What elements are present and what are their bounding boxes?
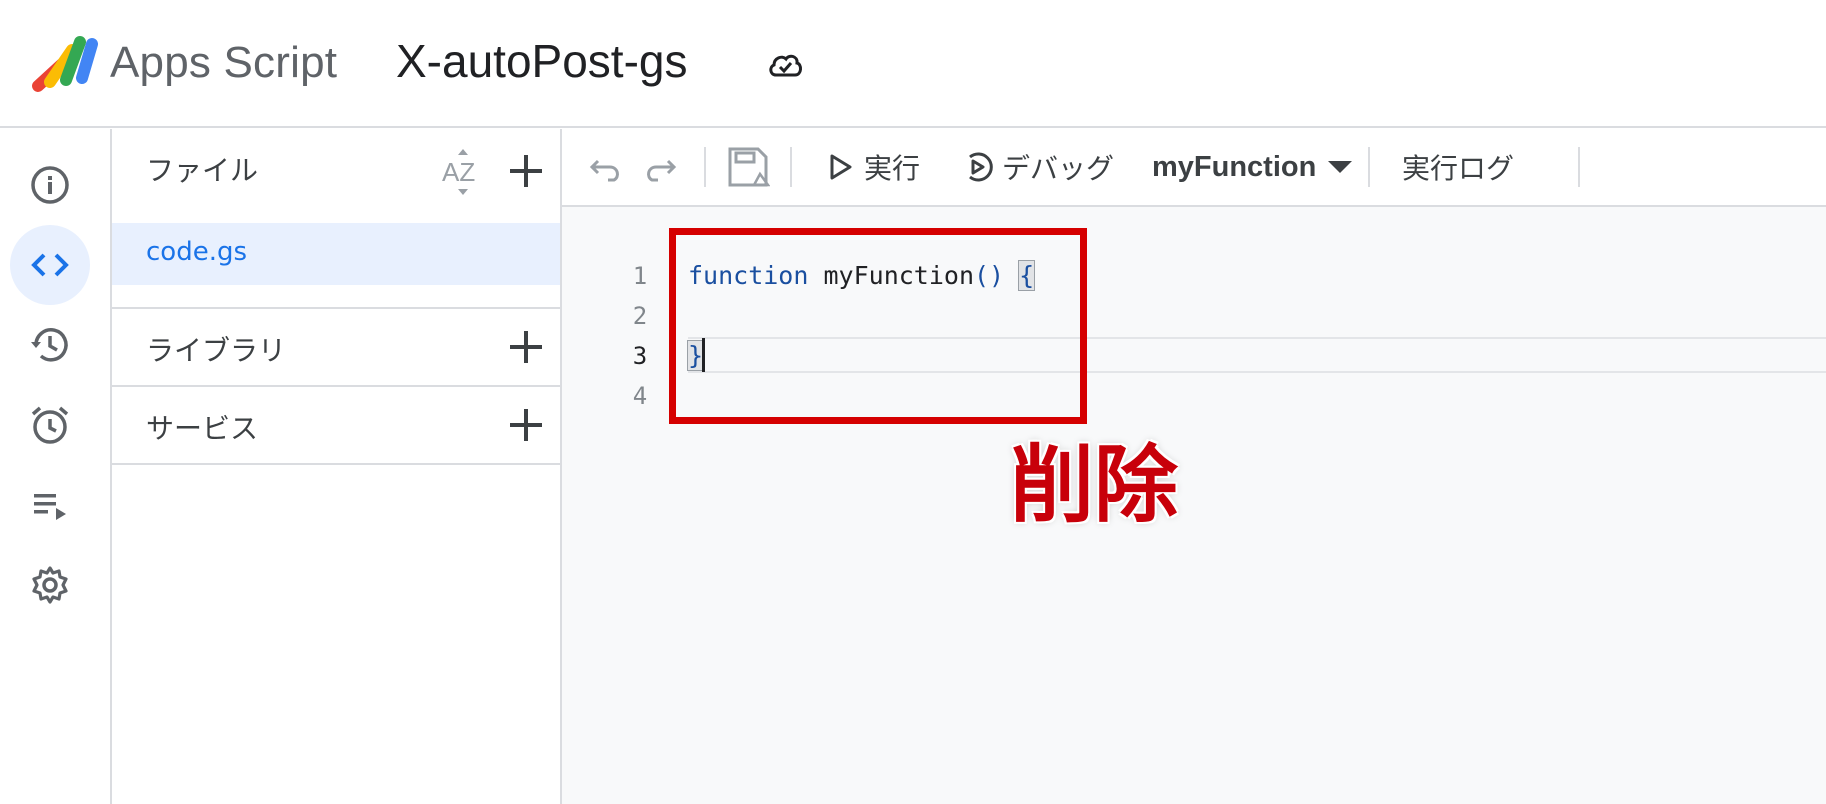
apps-script-logo-icon[interactable] (32, 34, 100, 94)
debug-label: デバッグ (1002, 152, 1115, 185)
toolbar-divider (1578, 147, 1580, 187)
cloud-saved-icon (769, 54, 802, 77)
add-file-button[interactable] (504, 149, 548, 193)
rail-item-settings[interactable] (10, 545, 90, 625)
plus-icon (510, 155, 542, 187)
redo-icon[interactable] (640, 147, 680, 187)
run-label: 実行 (864, 152, 921, 185)
run-button[interactable]: 実行 (824, 143, 920, 191)
rail-item-overview[interactable] (10, 145, 90, 225)
line-number: 3 (632, 342, 648, 370)
playlist-icon (34, 494, 66, 520)
line-number: 2 (632, 302, 648, 330)
annotation-label: 削除 (1010, 436, 1179, 534)
libraries-section-title: ライブラリ (146, 334, 287, 367)
function-select[interactable]: myFunction (1152, 143, 1353, 191)
toolbar-divider (704, 147, 706, 187)
line-number: 4 (632, 382, 648, 410)
add-library-button[interactable] (504, 325, 548, 369)
files-panel: ファイル AZ code.gs ライブラリ サービス (110, 129, 562, 804)
execution-log-label: 実行ログ (1402, 152, 1515, 185)
project-title[interactable]: X-autoPost-gs (396, 34, 687, 88)
undo-icon[interactable] (586, 147, 626, 187)
app-header: Apps Script X-autoPost-gs (0, 0, 1826, 128)
services-section: サービス (112, 387, 560, 465)
file-name: code.gs (146, 237, 248, 267)
file-item-code-gs[interactable]: code.gs (112, 223, 560, 285)
rail-item-triggers[interactable] (10, 385, 90, 465)
gear-icon (32, 566, 68, 604)
plus-icon (510, 331, 542, 363)
function-select-value: myFunction (1152, 150, 1317, 183)
code-icon (31, 253, 69, 277)
history-icon (31, 328, 68, 362)
rail-item-executions[interactable] (10, 465, 90, 545)
files-section: ファイル AZ code.gs (112, 129, 560, 309)
caret-down-icon (1328, 161, 1353, 173)
add-service-button[interactable] (504, 403, 548, 447)
editor-toolbar: 実行 デバッグ myFunction 実行ログ (562, 129, 1826, 207)
line-number: 1 (632, 262, 648, 290)
debug-icon (969, 152, 993, 182)
alarm-icon (31, 406, 69, 444)
services-section-title: サービス (146, 412, 259, 445)
debug-button[interactable]: デバッグ (962, 143, 1114, 191)
files-section-title: ファイル (146, 154, 259, 187)
rail-item-history[interactable] (10, 305, 90, 385)
left-navigation-rail (0, 129, 110, 804)
execution-log-button[interactable]: 実行ログ (1402, 143, 1514, 191)
toolbar-divider (790, 147, 792, 187)
rail-item-editor[interactable] (10, 225, 90, 305)
app-name[interactable]: Apps Script (110, 38, 337, 88)
save-icon[interactable] (726, 145, 770, 189)
info-icon (31, 166, 69, 204)
plus-icon (510, 409, 542, 441)
svg-text:AZ: AZ (442, 157, 475, 187)
play-icon (830, 154, 852, 180)
sort-az-icon[interactable]: AZ (438, 147, 488, 197)
toolbar-divider (1368, 147, 1370, 187)
annotation-highlight-box (669, 228, 1087, 424)
libraries-section: ライブラリ (112, 309, 560, 387)
